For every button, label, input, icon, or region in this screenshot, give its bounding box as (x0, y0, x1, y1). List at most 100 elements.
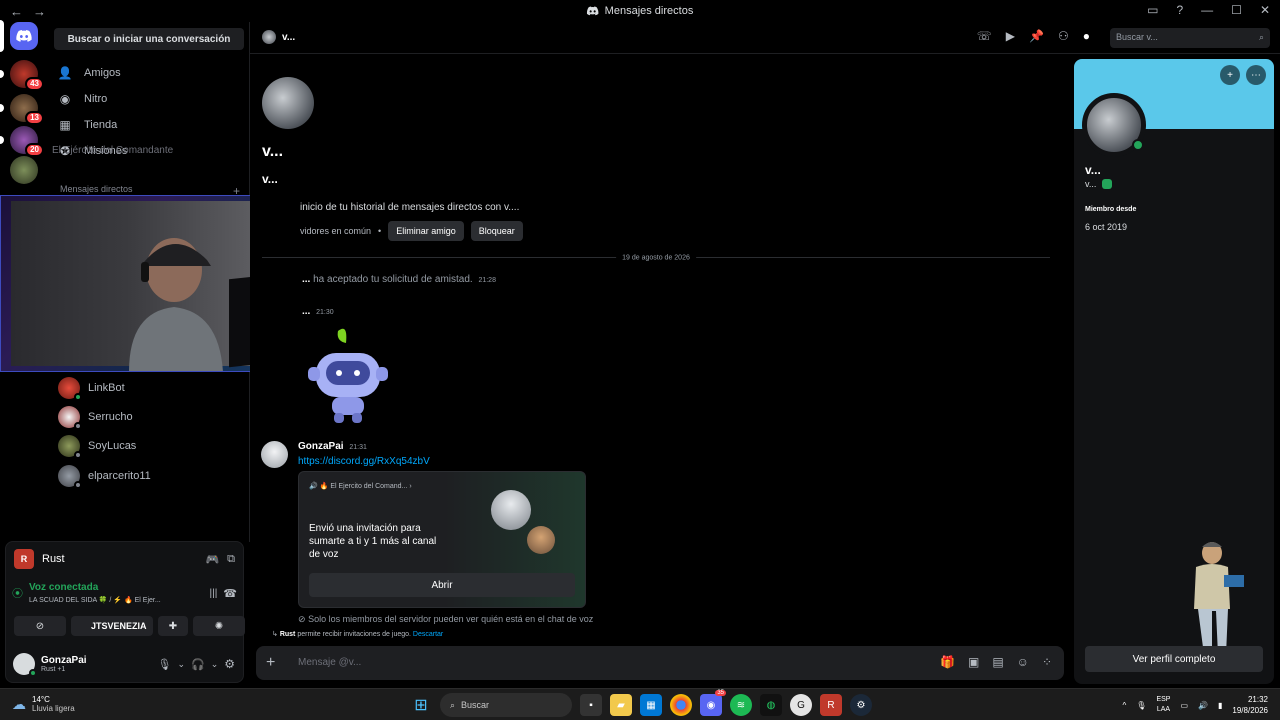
taskbar-search[interactable]: ⌕ Buscar (440, 693, 572, 717)
rust-app-icon[interactable]: R (820, 694, 842, 716)
remove-friend-button[interactable]: Eliminar amigo (388, 221, 464, 241)
emoji-icon[interactable]: ☺ (1017, 655, 1029, 669)
server-icon[interactable]: 43 (0, 60, 44, 91)
forward-arrow-icon[interactable]: → (33, 4, 46, 19)
chevron-up-icon[interactable]: ^ (1123, 701, 1127, 710)
microphone-icon[interactable]: 🎙 (1136, 701, 1146, 710)
pin-icon[interactable]: 📌 (1029, 29, 1044, 43)
view-full-profile-button[interactable]: Ver perfil completo (1085, 646, 1263, 672)
back-arrow-icon[interactable]: ← (10, 4, 23, 19)
dm-intro-text: inicio de tu historial de mensajes direc… (300, 202, 520, 213)
invite-link[interactable]: https://discord.gg/RxXq54zbV (298, 456, 430, 467)
mention-badge: 43 (25, 77, 44, 91)
activity-game-name: Rust (42, 553, 65, 565)
headphones-icon[interactable]: 🎧 (191, 658, 205, 671)
chevron-down-icon[interactable]: ⌄ (177, 659, 185, 670)
dm-item[interactable]: elparcerito11 (58, 462, 238, 490)
dm-item[interactable]: SoyLucas (58, 432, 238, 460)
voice-call-icon[interactable]: ☏ (977, 29, 992, 43)
unread-indicator (0, 136, 4, 144)
camera-off-button[interactable]: ⊘ (14, 616, 66, 636)
file-explorer-icon[interactable]: ▰ (610, 694, 632, 716)
gif-icon[interactable]: ▣ (968, 655, 979, 669)
recipient-avatar[interactable] (262, 77, 314, 129)
message-input[interactable]: Mensaje @v... (298, 657, 361, 668)
whatsapp-icon[interactable]: ◍ (760, 694, 782, 716)
dismiss-link[interactable]: Descartar (413, 631, 443, 638)
soundboard-button[interactable]: ✺ (193, 616, 245, 636)
search-input[interactable]: Buscar v... ⌕ (1110, 28, 1270, 48)
user-profile-icon[interactable]: ● (1083, 29, 1090, 43)
nav-friends[interactable]: 👤 Amigos (58, 60, 238, 86)
open-invite-button[interactable]: Abrir (309, 573, 575, 597)
dm-item[interactable]: Serrucho (58, 403, 238, 431)
network-icon[interactable]: ▭ (1180, 701, 1188, 710)
mutual-servers-label[interactable]: vidores en común (300, 226, 371, 236)
task-view-icon[interactable]: ▪ (580, 694, 602, 716)
add-friends-icon[interactable]: ⚇ (1058, 29, 1069, 43)
minimize-icon[interactable]: — (1201, 3, 1213, 17)
sticker-author[interactable]: ... (302, 306, 310, 317)
more-options-icon[interactable]: ⋯ (1246, 65, 1266, 85)
battery-icon[interactable]: ▮ (1218, 701, 1222, 710)
find-conversation-button[interactable]: Buscar o iniciar una conversación (54, 28, 244, 50)
volume-icon[interactable]: 🔊 (1198, 701, 1208, 710)
microphone-icon[interactable]: 🎙 (157, 658, 171, 671)
chrome-icon[interactable] (670, 694, 692, 716)
status-offline (74, 422, 82, 430)
voice-channel-label[interactable]: LA SCUAD DEL SIDA 🍀 / ⚡ 🔥 El Ejer... (29, 596, 204, 604)
steam-icon[interactable]: ⚙ (850, 694, 872, 716)
activities-button[interactable]: ✚ (158, 616, 188, 636)
noise-suppression-icon[interactable]: ||| (210, 588, 218, 599)
attach-plus-icon[interactable]: + (266, 654, 275, 672)
add-friend-icon[interactable]: + (1220, 65, 1240, 85)
dm-recipient[interactable]: v... (262, 30, 295, 44)
message-author[interactable]: GonzaPai (298, 441, 344, 452)
dm-item[interactable]: LinkBot (58, 374, 238, 402)
nitro-icon: ◉ (59, 92, 71, 106)
system-actor[interactable]: ... (302, 274, 310, 285)
nav-nitro[interactable]: ◉ Nitro (58, 86, 238, 112)
gamepad-icon[interactable]: 🎮 (205, 553, 219, 566)
clock[interactable]: 21:32 19/8/2026 (1232, 694, 1268, 716)
video-call-icon[interactable]: ▶ (1006, 29, 1015, 43)
sticker-icon[interactable]: ▤ (992, 655, 1003, 669)
apps-icon[interactable]: ⁘ (1042, 655, 1052, 669)
chevron-down-icon[interactable]: ⌄ (211, 659, 219, 670)
spotify-icon[interactable]: ≋ (730, 694, 752, 716)
maximize-icon[interactable]: ☐ (1231, 3, 1242, 17)
user-avatar[interactable] (13, 653, 37, 677)
message-composer[interactable]: + Mensaje @v... 🎁 ▣ ▤ ☺ ⁘ (256, 646, 1064, 680)
author-avatar[interactable] (261, 441, 288, 468)
help-icon[interactable]: ? (1176, 3, 1183, 17)
screen-share-button[interactable]: JTSVENEZIA (71, 616, 153, 636)
nav-shop[interactable]: ▦ Tienda (58, 112, 238, 138)
search-placeholder: Buscar v... (1116, 32, 1158, 42)
nav-label: Amigos (84, 67, 121, 79)
close-icon[interactable]: ✕ (1260, 3, 1270, 17)
language-indicator[interactable]: ESP LAA (1156, 695, 1170, 715)
server-icon[interactable] (10, 156, 38, 184)
recipient-username: v... (262, 172, 278, 186)
profile-display-name: v... (1085, 163, 1101, 177)
streamer-image (129, 238, 223, 371)
block-button[interactable]: Bloquear (470, 221, 523, 241)
voice-invite-card: 🔊 🔥 El Ejercito del Comand... › Envió un… (298, 471, 586, 608)
app-g-icon[interactable]: G (790, 694, 812, 716)
store-icon[interactable]: ▦ (640, 694, 662, 716)
user-area: GonzaPai Rust +1 🎙 ⌄ 🎧 ⌄ ⚙ (13, 650, 235, 678)
home-button[interactable] (0, 20, 38, 52)
screen-share-icon[interactable]: ⧉ (227, 553, 235, 566)
timestamp: 21:28 (478, 277, 496, 284)
inbox-icon[interactable]: ▭ (1147, 3, 1158, 17)
server-icon[interactable]: 13 (0, 94, 44, 125)
discord-taskbar-icon[interactable]: 35 ◉ (700, 690, 726, 716)
weather-widget[interactable]: ☁ 14°C Lluvia ligera (12, 695, 75, 713)
disconnect-icon[interactable]: ☎ (223, 587, 237, 600)
voice-connected-label[interactable]: Voz conectada (29, 582, 204, 593)
server-icon[interactable]: 20 (0, 126, 44, 157)
settings-gear-icon[interactable]: ⚙ (224, 657, 235, 671)
windows-start-icon[interactable]: ⊞ (410, 694, 432, 716)
gift-icon[interactable]: 🎁 (940, 655, 955, 669)
character-overlay-image (1194, 542, 1244, 655)
